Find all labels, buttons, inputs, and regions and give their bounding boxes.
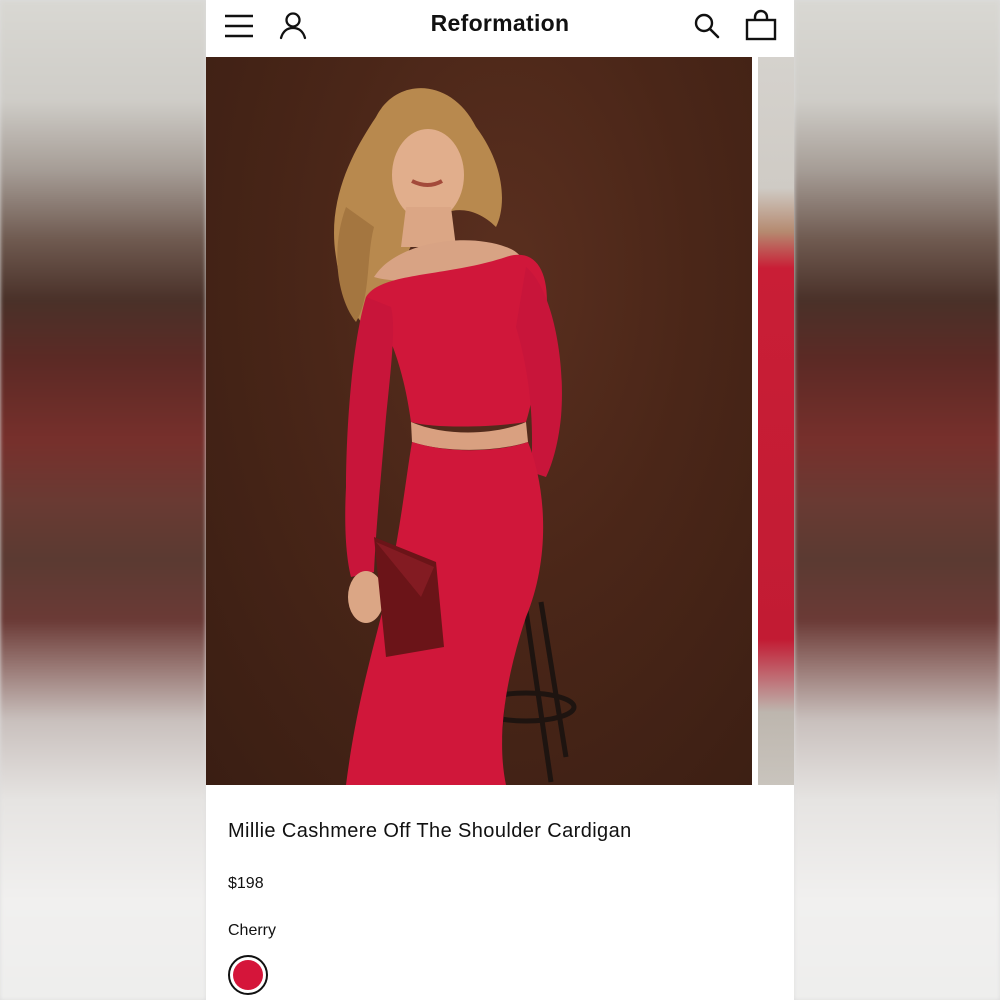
swatch-fill bbox=[233, 960, 263, 990]
product-image-main[interactable] bbox=[206, 57, 752, 785]
model-illustration bbox=[334, 88, 577, 785]
product-price: $198 bbox=[228, 875, 264, 892]
blurred-background-left bbox=[0, 0, 206, 1000]
product-image-next-peek[interactable] bbox=[758, 57, 794, 785]
product-page: Reformation Millie Cashmere Off The Shou… bbox=[206, 0, 794, 1000]
blurred-background-right bbox=[794, 0, 1000, 1000]
search-icon[interactable] bbox=[690, 9, 724, 43]
top-nav: Reformation bbox=[206, 0, 794, 57]
selected-color-name: Cherry bbox=[228, 922, 277, 939]
color-swatch-cherry[interactable] bbox=[228, 955, 268, 995]
product-title: Millie Cashmere Off The Shoulder Cardiga… bbox=[228, 820, 632, 842]
bag-icon[interactable] bbox=[744, 9, 778, 43]
